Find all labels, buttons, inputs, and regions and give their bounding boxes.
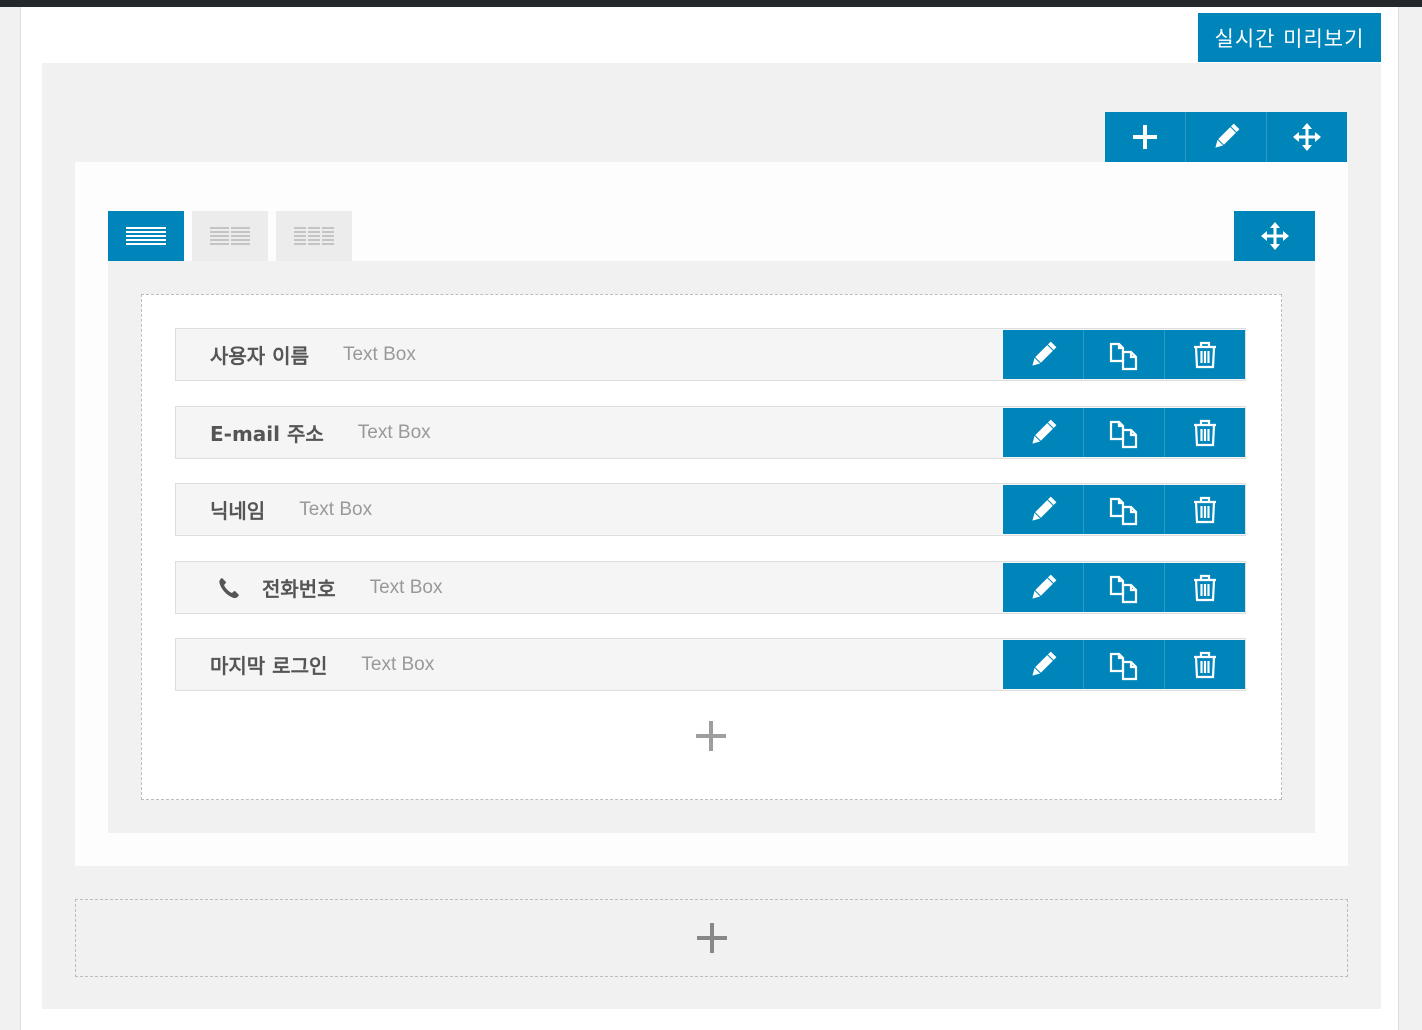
live-preview-button[interactable]: 실시간 미리보기 — [1198, 13, 1381, 62]
section-toolbar — [1105, 112, 1347, 162]
delete-field-button[interactable] — [1164, 330, 1245, 379]
edit-section-button[interactable] — [1185, 112, 1266, 162]
plus-icon — [696, 923, 727, 953]
field-element[interactable]: 마지막 로그인 Text Box — [175, 638, 1246, 691]
move-section-button[interactable] — [1266, 112, 1347, 162]
trash-icon — [1194, 651, 1216, 678]
field-label: 사용자 이름 — [210, 344, 309, 368]
field-actions — [1003, 640, 1245, 689]
duplicate-field-button[interactable] — [1083, 563, 1164, 612]
one-column-layout-tab[interactable] — [108, 211, 184, 261]
duplicate-field-button[interactable] — [1083, 485, 1164, 534]
move-arrows-icon — [1293, 123, 1321, 151]
plus-icon — [696, 721, 726, 751]
copy-icon — [1109, 497, 1138, 525]
two-column-layout-tab[interactable] — [192, 211, 268, 261]
copy-icon — [1109, 420, 1138, 448]
field-element[interactable]: 닉네임 Text Box — [175, 483, 1246, 536]
field-actions — [1003, 485, 1245, 534]
delete-field-button[interactable] — [1164, 408, 1245, 457]
three-column-icon — [294, 227, 334, 245]
edit-field-button[interactable] — [1003, 485, 1083, 534]
three-column-layout-tab[interactable] — [276, 211, 352, 261]
trash-icon — [1194, 419, 1216, 446]
field-actions — [1003, 330, 1245, 379]
field-actions — [1003, 408, 1245, 457]
pencil-icon — [1032, 496, 1057, 521]
trash-icon — [1194, 341, 1216, 368]
admin-top-bar — [0, 0, 1422, 7]
delete-field-button[interactable] — [1164, 485, 1245, 534]
move-row-button[interactable] — [1234, 211, 1315, 261]
field-type: Text Box — [299, 498, 373, 520]
field-label: E-mail 주소 — [210, 422, 324, 446]
field-label: 닉네임 — [210, 499, 266, 523]
field-label: 전화번호 — [262, 577, 336, 601]
pencil-icon — [1215, 123, 1240, 148]
add-row-button[interactable] — [1105, 112, 1185, 162]
edit-field-button[interactable] — [1003, 640, 1083, 689]
pencil-icon — [1032, 419, 1057, 444]
duplicate-field-button[interactable] — [1083, 330, 1164, 379]
edit-field-button[interactable] — [1003, 330, 1083, 379]
duplicate-field-button[interactable] — [1083, 408, 1164, 457]
field-element[interactable]: E-mail 주소 Text Box — [175, 406, 1246, 459]
field-type: Text Box — [342, 343, 416, 365]
field-element[interactable]: 전화번호 Text Box — [175, 561, 1246, 614]
one-column-icon — [126, 227, 166, 245]
copy-icon — [1109, 342, 1138, 370]
trash-icon — [1194, 496, 1216, 523]
two-column-icon — [210, 227, 250, 245]
duplicate-field-button[interactable] — [1083, 640, 1164, 689]
pencil-icon — [1032, 651, 1057, 676]
pencil-icon — [1032, 574, 1057, 599]
add-section-button[interactable] — [75, 899, 1348, 977]
edit-field-button[interactable] — [1003, 563, 1083, 612]
move-arrows-icon — [1260, 222, 1289, 250]
field-actions — [1003, 563, 1245, 612]
delete-field-button[interactable] — [1164, 563, 1245, 612]
add-element-button[interactable] — [690, 715, 732, 757]
phone-icon — [218, 577, 240, 599]
trash-icon — [1194, 574, 1216, 601]
copy-icon — [1109, 575, 1138, 603]
field-element[interactable]: 사용자 이름 Text Box — [175, 328, 1246, 381]
edit-field-button[interactable] — [1003, 408, 1083, 457]
delete-field-button[interactable] — [1164, 640, 1245, 689]
field-type: Text Box — [357, 421, 431, 443]
field-type: Text Box — [369, 576, 443, 598]
field-type: Text Box — [361, 653, 435, 675]
plus-icon — [1133, 125, 1157, 149]
pencil-icon — [1032, 341, 1057, 366]
field-label: 마지막 로그인 — [210, 654, 328, 678]
copy-icon — [1109, 652, 1138, 680]
